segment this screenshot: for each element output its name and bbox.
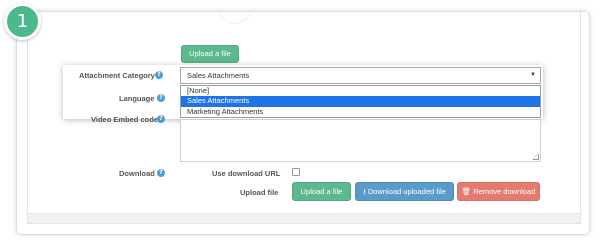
option-none[interactable]: [None]: [181, 86, 540, 96]
download-uploaded-file-button[interactable]: ⭳ Download uploaded file: [355, 182, 454, 201]
attachment-category-select[interactable]: Sales Attachments ▼: [180, 67, 541, 84]
attachment-category-options: [None] Sales Attachments Marketing Attac…: [180, 85, 541, 118]
download-uploaded-file-label: Download uploaded file: [367, 187, 446, 196]
attachment-category-selected-value: Sales Attachments: [187, 71, 250, 80]
upload-file-button[interactable]: Upload a file: [292, 182, 351, 201]
faint-image-placeholder: [218, 12, 252, 24]
question-circle-icon[interactable]: ?: [157, 115, 165, 123]
option-sales-attachments[interactable]: Sales Attachments: [181, 96, 540, 107]
chevron-down-icon: ▼: [530, 72, 536, 78]
question-circle-icon[interactable]: ?: [155, 71, 163, 79]
use-download-url-label: Use download URL: [212, 169, 281, 178]
download-label: Download: [119, 169, 155, 178]
option-marketing-attachments[interactable]: Marketing Attachments: [181, 107, 540, 117]
panel-footer: [28, 213, 580, 223]
question-circle-icon[interactable]: ?: [157, 94, 165, 102]
upload-file-button-top[interactable]: Upload a file: [181, 45, 239, 63]
remove-download-button[interactable]: 🗑 Remove download: [457, 182, 540, 201]
attachment-category-label: Attachment Category: [79, 71, 155, 80]
step-number-badge: 1: [4, 3, 41, 40]
trash-icon: 🗑: [461, 187, 472, 196]
download-icon: ⭳: [363, 187, 366, 196]
use-download-url-checkbox[interactable]: [292, 168, 300, 176]
language-label: Language: [119, 94, 155, 103]
upload-file-label: Upload file: [240, 188, 279, 197]
video-embed-textarea[interactable]: [180, 119, 541, 162]
video-embed-label: Video Embed code: [91, 115, 158, 124]
question-circle-icon[interactable]: ?: [157, 169, 165, 177]
resize-grip-icon[interactable]: [533, 154, 539, 160]
remove-download-label: Remove download: [473, 187, 536, 196]
